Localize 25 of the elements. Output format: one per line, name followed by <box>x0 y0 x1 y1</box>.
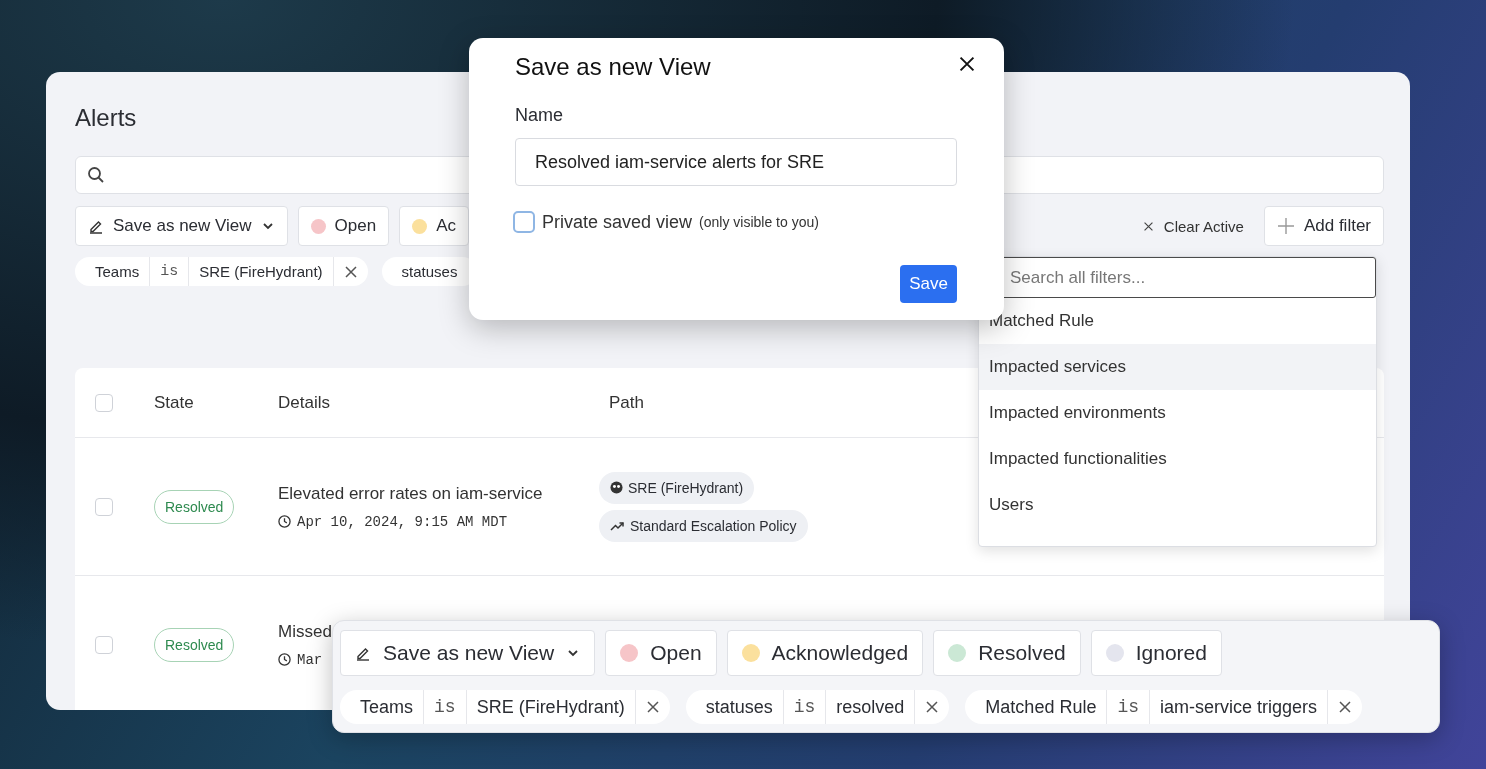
filter-operator: is <box>1107 690 1151 724</box>
filter-field: statuses <box>685 690 784 724</box>
field-label: Name <box>515 104 564 126</box>
path-chip: SRE (FireHydrant) <box>599 471 755 504</box>
filter-value: iam-service triggers <box>1150 690 1329 724</box>
column-header: Details <box>278 392 330 413</box>
filter-field: statuses <box>381 257 478 286</box>
alert-time: Apr 10, 2024, 9:15 AM MDT <box>297 513 508 530</box>
filter-field: Teams <box>75 257 151 286</box>
filter-value: SRE (FireHydrant) <box>466 690 636 724</box>
filter-operator: is <box>424 690 467 724</box>
page-title: Alerts <box>75 103 137 133</box>
dialog-title: Save as new View <box>515 52 712 82</box>
column-header: Path <box>608 392 644 413</box>
checkbox-hint: (only visible to you) <box>699 214 819 230</box>
filter-field: Teams <box>340 690 424 724</box>
filter-field: Matched Rule <box>965 690 1108 724</box>
column-header: State <box>154 392 194 413</box>
filter-value: SRE (FireHydrant) <box>189 257 334 286</box>
filter-operator: is <box>783 690 827 724</box>
filter-value: resolved <box>826 690 916 724</box>
checkbox-label: Private saved view <box>542 211 693 233</box>
alert-time: Mar <box>297 651 323 668</box>
path-chip: Standard Escalation Policy <box>599 509 808 542</box>
filter-operator: is <box>150 257 190 286</box>
